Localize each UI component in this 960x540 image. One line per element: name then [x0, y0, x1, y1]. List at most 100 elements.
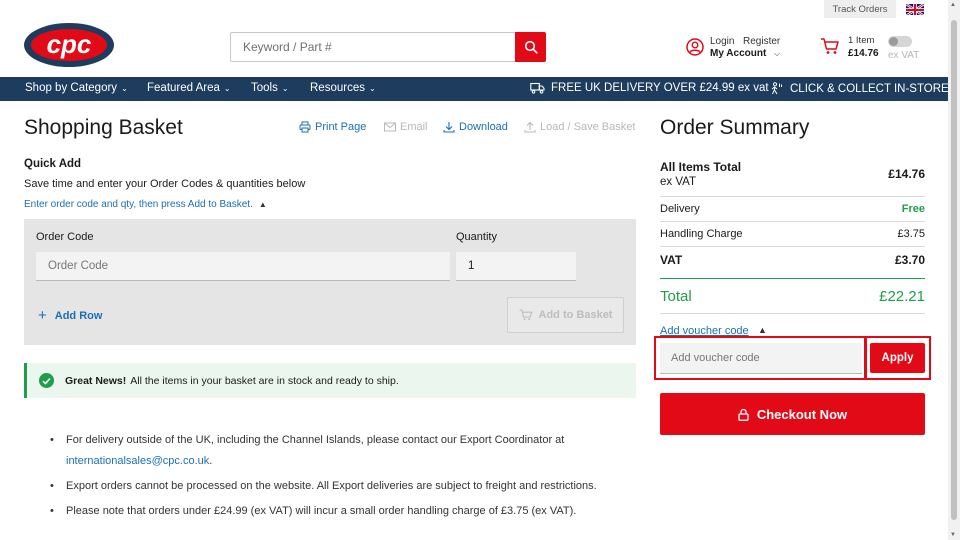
quick-add-hint: Enter order code and qty, then press Add… — [24, 199, 253, 210]
quick-add-panel: Order Code Quantity + Add Row Add to Bas… — [24, 219, 636, 345]
search-bar — [230, 32, 546, 62]
my-account-label[interactable]: My Account — [710, 48, 766, 59]
total-value: £22.21 — [879, 288, 925, 305]
chevron-down-icon: ⌄ — [121, 83, 128, 93]
nav-label: Featured Area — [147, 82, 220, 94]
list-item: For delivery outside of the UK, includin… — [48, 430, 618, 472]
ex-vat-row: ex VAT — [660, 176, 925, 188]
cart-item-count: 1 Item — [848, 35, 875, 46]
total-label: Total — [660, 288, 692, 305]
person-walking-icon — [771, 82, 782, 95]
download-button[interactable]: Download — [443, 121, 508, 133]
truck-icon — [530, 82, 545, 94]
note-end: . — [209, 455, 213, 467]
register-link[interactable]: Register — [743, 36, 780, 47]
download-icon — [443, 122, 455, 133]
page-scrollbar[interactable]: ▲ ▼ — [948, 0, 960, 540]
chevron-down-icon: ⌄ — [281, 83, 289, 93]
order-code-input[interactable] — [36, 252, 450, 281]
total-row: Total £22.21 — [660, 288, 925, 305]
load-save-label: Load / Save Basket — [540, 121, 636, 133]
voucher-code-input[interactable] — [660, 343, 862, 374]
vat-value: £3.70 — [894, 253, 925, 267]
note-text: Please note that orders under £24.99 (ex… — [66, 505, 577, 517]
add-row-label: Add Row — [54, 309, 103, 322]
cart-summary[interactable]: 1 Item £14.76 — [820, 34, 890, 64]
quick-add-hint-toggle[interactable]: Enter order code and qty, then press Add… — [24, 199, 267, 210]
scroll-up-icon[interactable]: ▲ — [950, 2, 956, 8]
divider — [660, 246, 925, 247]
vat-toggle[interactable]: ex VAT — [887, 34, 927, 64]
quantity-input[interactable] — [456, 252, 576, 281]
delivery-row: Delivery Free — [660, 203, 925, 215]
nav-tools[interactable]: Tools ⌄ — [251, 82, 289, 94]
checkout-now-button[interactable]: Checkout Now — [660, 393, 925, 435]
chevron-up-icon: ▲ — [258, 200, 267, 209]
vat-label: VAT — [660, 253, 683, 267]
apply-voucher-button[interactable]: Apply — [870, 343, 925, 373]
printer-icon — [299, 121, 311, 133]
divider — [660, 313, 925, 314]
nav-label: Resources — [310, 82, 365, 94]
note-text: For delivery outside of the UK, includin… — [66, 434, 565, 446]
envelope-icon — [384, 122, 396, 132]
nav-resources[interactable]: Resources ⌄ — [310, 82, 376, 94]
stock-status-banner: Great News! All the items in your basket… — [24, 363, 636, 398]
print-page-button[interactable]: Print Page — [299, 121, 366, 133]
vat-toggle-label: ex VAT — [888, 50, 920, 61]
chevron-down-icon: ⌄ — [368, 83, 376, 93]
cart-icon — [519, 309, 533, 321]
download-label: Download — [459, 121, 508, 133]
main-nav: Shop by Category ⌄ Featured Area ⌄ Tools ⌄ … — [0, 77, 949, 101]
email-button[interactable]: Email — [384, 121, 428, 133]
chevron-up-icon[interactable]: ▲ — [758, 325, 767, 335]
handling-label: Handling Charge — [660, 228, 743, 240]
handling-value: £3.75 — [897, 228, 925, 240]
all-items-total-row: All Items Total £14.76 — [660, 160, 925, 181]
upload-icon — [524, 121, 536, 133]
nav-featured-area[interactable]: Featured Area ⌄ — [147, 82, 231, 94]
add-row-button[interactable]: + Add Row — [38, 307, 102, 324]
cart-total: £14.76 — [848, 48, 879, 59]
nav-shop-by-category[interactable]: Shop by Category ⌄ — [25, 82, 128, 94]
free-delivery-promo[interactable]: FREE UK DELIVERY OVER £24.99 ex vat — [530, 82, 769, 94]
export-notes: For delivery outside of the UK, includin… — [48, 430, 618, 526]
all-items-label: All Items Total — [660, 160, 742, 174]
divider — [660, 221, 925, 222]
promo-delivery-text: FREE UK DELIVERY OVER £24.99 ex vat — [551, 82, 769, 94]
quick-add-subtitle: Save time and enter your Order Codes & q… — [24, 178, 306, 190]
note-text: Export orders cannot be processed on the… — [66, 480, 597, 492]
click-collect-promo[interactable]: CLICK & COLLECT IN-STORE — [770, 82, 949, 95]
total-divider — [660, 278, 925, 279]
user-icon — [686, 38, 704, 56]
track-orders-link[interactable]: Track Orders — [824, 0, 896, 18]
svg-text:cpc: cpc — [47, 29, 92, 59]
search-input[interactable] — [231, 33, 515, 61]
export-email-link[interactable]: internationalsales@cpc.co.uk — [66, 455, 209, 467]
login-link[interactable]: Login — [710, 36, 734, 47]
list-item: Export orders cannot be processed on the… — [48, 476, 618, 497]
chevron-down-icon: ⌄ — [223, 83, 231, 93]
delivery-value: Free — [901, 203, 925, 215]
all-items-sub: ex VAT — [660, 176, 696, 188]
cpc-logo[interactable]: cpc — [22, 20, 116, 70]
great-news-bold: Great News! — [65, 374, 127, 387]
lock-icon — [738, 408, 749, 421]
email-label: Email — [400, 121, 428, 133]
scrollbar-thumb[interactable] — [951, 20, 957, 520]
toggle-knob — [889, 37, 898, 46]
nav-label: Shop by Category — [25, 82, 118, 94]
order-summary-title: Order Summary — [660, 116, 810, 139]
nav-label: Tools — [251, 82, 278, 94]
scroll-down-icon[interactable]: ▼ — [950, 532, 956, 538]
quantity-label: Quantity — [456, 231, 497, 243]
search-button[interactable] — [515, 32, 546, 62]
add-to-basket-button[interactable]: Add to Basket — [507, 297, 624, 333]
plus-icon: + — [38, 307, 47, 324]
load-save-basket-button[interactable]: Load / Save Basket — [524, 121, 635, 133]
cart-icon — [821, 38, 839, 54]
uk-flag-icon[interactable] — [906, 3, 924, 15]
chevron-down-icon: ⌵ — [774, 49, 781, 58]
order-code-label: Order Code — [36, 231, 94, 243]
account-menu[interactable]: Login Register My Account ⌵ — [686, 36, 806, 64]
